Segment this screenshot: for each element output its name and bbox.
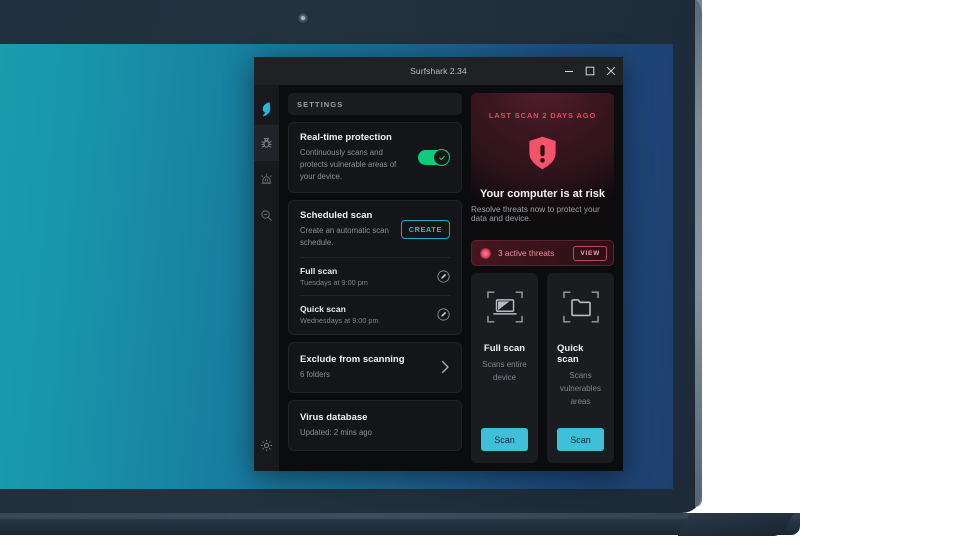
view-threats-button[interactable]: VIEW <box>573 245 607 261</box>
sidebar-item-alerts[interactable] <box>254 161 279 197</box>
laptop-base-foot <box>677 513 794 536</box>
edit-pencil-icon[interactable] <box>437 308 450 321</box>
surfshark-logo-icon <box>262 101 271 116</box>
window-controls <box>564 57 616 85</box>
threat-indicator-dot <box>480 247 491 259</box>
settings-column: SETTINGS Real-time protection Continuous… <box>279 85 469 471</box>
quick-scan-button[interactable]: Scan <box>557 428 604 451</box>
sidebar-item-antivirus[interactable] <box>254 125 279 161</box>
scan-card-description: Scans entire device <box>482 360 527 382</box>
scheduled-item-name: Full scan <box>300 266 338 277</box>
database-title: Virus database <box>300 411 368 423</box>
surfshark-app-window: Surfshark 2.34 SETTINGS Real-time protec… <box>254 57 623 471</box>
scheduled-title: Scheduled scan <box>300 210 373 222</box>
scan-card-description: Scans vulnerables areas <box>560 371 601 406</box>
status-column: LAST SCAN 2 DAYS AGO Your computer is at… <box>469 85 623 471</box>
card-virus-database[interactable]: Virus database Updated: 2 mins ago <box>288 399 462 451</box>
sidebar-item-search[interactable] <box>254 197 279 233</box>
exclude-subtitle: 6 folders <box>300 369 330 379</box>
edit-pencil-icon[interactable] <box>437 270 450 283</box>
maximize-icon[interactable] <box>585 66 595 76</box>
scheduled-description: Create an automatic scan schedule. <box>300 225 389 247</box>
realtime-toggle[interactable] <box>418 149 450 167</box>
active-threats-banner: 3 active threats VIEW <box>471 240 614 266</box>
last-scan-label: LAST SCAN 2 DAYS AGO <box>488 111 597 120</box>
scan-cards: Full scan Scans entire device Scan Quick… <box>471 273 614 463</box>
card-realtime-protection: Real-time protection Continuously scans … <box>288 122 462 194</box>
database-subtitle: Updated: 2 mins ago <box>300 427 372 437</box>
realtime-title: Real-time protection <box>300 132 392 143</box>
window-titlebar: Surfshark 2.34 <box>254 57 623 85</box>
scheduled-item-quick-scan[interactable]: Quick scan Wednesdays at 9:00 pm <box>300 296 450 325</box>
shield-alert-icon <box>528 136 557 175</box>
realtime-description: Continuously scans and protects vulnerab… <box>300 147 397 181</box>
search-privacy-icon <box>261 209 272 221</box>
laptop-base-lip <box>0 513 800 519</box>
scheduled-item-full-scan[interactable]: Full scan Tuesdays at 9:00 pm <box>300 258 450 287</box>
sidebar-rail <box>254 85 279 471</box>
active-threats-text: 3 active threats <box>498 248 555 258</box>
sidebar-item-settings[interactable] <box>254 427 279 463</box>
laptop-scan-icon <box>486 289 524 330</box>
full-scan-button[interactable]: Scan <box>481 428 528 451</box>
scheduled-item-time: Tuesdays at 9:00 pm <box>300 278 368 288</box>
close-icon[interactable] <box>606 66 616 76</box>
scan-card-quick-scan: Quick scan Scans vulnerables areas Scan <box>547 273 614 463</box>
minimize-icon[interactable] <box>564 66 574 76</box>
card-scheduled-scan: Scheduled scan Create an automatic scan … <box>288 200 462 336</box>
exclude-title: Exclude from scanning <box>300 354 405 366</box>
folder-scan-icon <box>562 289 600 330</box>
create-schedule-button[interactable]: CREATE <box>400 220 450 240</box>
webcam-icon <box>297 12 309 24</box>
toggle-knob <box>433 149 450 167</box>
laptop-scene: Surfshark 2.34 SETTINGS Real-time protec… <box>0 0 970 545</box>
bug-antivirus-icon <box>261 137 272 148</box>
scan-card-title: Full scan <box>483 343 526 354</box>
gear-icon <box>260 439 273 451</box>
settings-header: SETTINGS <box>288 93 462 115</box>
scan-card-title: Quick scan <box>557 343 584 365</box>
card-exclude-from-scanning[interactable]: Exclude from scanning 6 folders <box>288 342 462 393</box>
status-hero: LAST SCAN 2 DAYS AGO Your computer is at… <box>471 93 614 233</box>
trackpad-notch <box>228 513 386 519</box>
app-body: SETTINGS Real-time protection Continuous… <box>254 85 623 471</box>
scan-card-full-scan: Full scan Scans entire device Scan <box>471 273 538 463</box>
laptop-lid-edge <box>695 0 702 507</box>
status-title: Your computer is at risk <box>479 188 606 200</box>
scheduled-item-time: Wednesdays at 9:00 pm <box>300 316 379 326</box>
chevron-right-icon <box>441 361 449 374</box>
alert-siren-icon <box>261 173 272 184</box>
scheduled-item-name: Quick scan <box>300 304 346 315</box>
check-icon <box>438 155 445 160</box>
sidebar-item-brand-logo[interactable] <box>254 93 279 125</box>
status-subtitle: Resolve threats now to protect your data… <box>471 205 600 223</box>
